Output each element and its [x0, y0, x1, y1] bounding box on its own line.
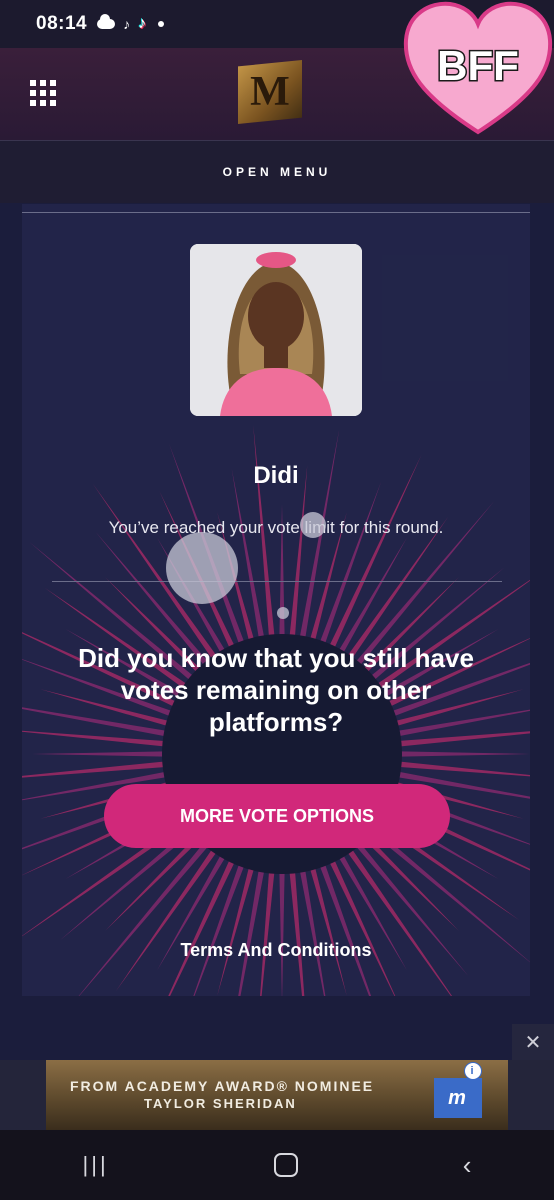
badge-text: BFF [437, 42, 519, 89]
bff-heart-badge: BFF [403, 1, 553, 135]
card-divider-middle [52, 581, 502, 582]
ad-close-button[interactable]: ✕ [512, 1024, 554, 1060]
status-icons: ♪ ♪ [97, 14, 165, 33]
status-time: 08:14 [36, 13, 88, 34]
tiktok-color-icon: ♪ [138, 15, 147, 32]
vote-card: Didi You’ve reached your vote limit for … [22, 204, 530, 996]
ad-line-1: FROM ACADEMY AWARD® NOMINEE [70, 1078, 375, 1094]
bubble-decoration-medium [300, 512, 326, 538]
other-platforms-headline: Did you know that you still have votes r… [78, 643, 474, 737]
back-button[interactable]: ‹ [463, 1150, 472, 1181]
m-logo[interactable]: M [238, 60, 302, 124]
home-button[interactable] [273, 1153, 298, 1177]
system-nav-bar: ||| ‹ [0, 1130, 554, 1200]
ad-info-icon[interactable]: i [464, 1062, 482, 1080]
card-divider-top [22, 212, 530, 213]
terms-and-conditions-link[interactable]: Terms And Conditions [22, 940, 530, 961]
contestant-name: Didi [253, 462, 299, 489]
close-icon: ✕ [524, 1031, 542, 1054]
tiktok-icon: ♪ [123, 16, 131, 32]
bubble-decoration-large [166, 532, 238, 604]
vote-limit-message: You’ve reached your vote limit for this … [108, 518, 444, 537]
recent-apps-button[interactable]: ||| [83, 1152, 109, 1178]
ad-line-2: TAYLOR SHERIDAN [144, 1096, 297, 1111]
ad-banner[interactable]: FROM ACADEMY AWARD® NOMINEE TAYLOR SHERI… [46, 1060, 508, 1130]
bubble-decoration-small [277, 607, 289, 619]
open-menu-label: OPEN MENU [222, 165, 332, 179]
contestant-photo [190, 244, 362, 416]
dot-icon [158, 21, 165, 27]
grid-menu-icon[interactable] [30, 80, 56, 106]
cloud-icon [97, 14, 116, 29]
ad-brand-logo: m [434, 1078, 482, 1118]
more-vote-options-button[interactable]: MORE VOTE OPTIONS [104, 784, 450, 848]
open-menu-button[interactable]: OPEN MENU [0, 141, 554, 203]
